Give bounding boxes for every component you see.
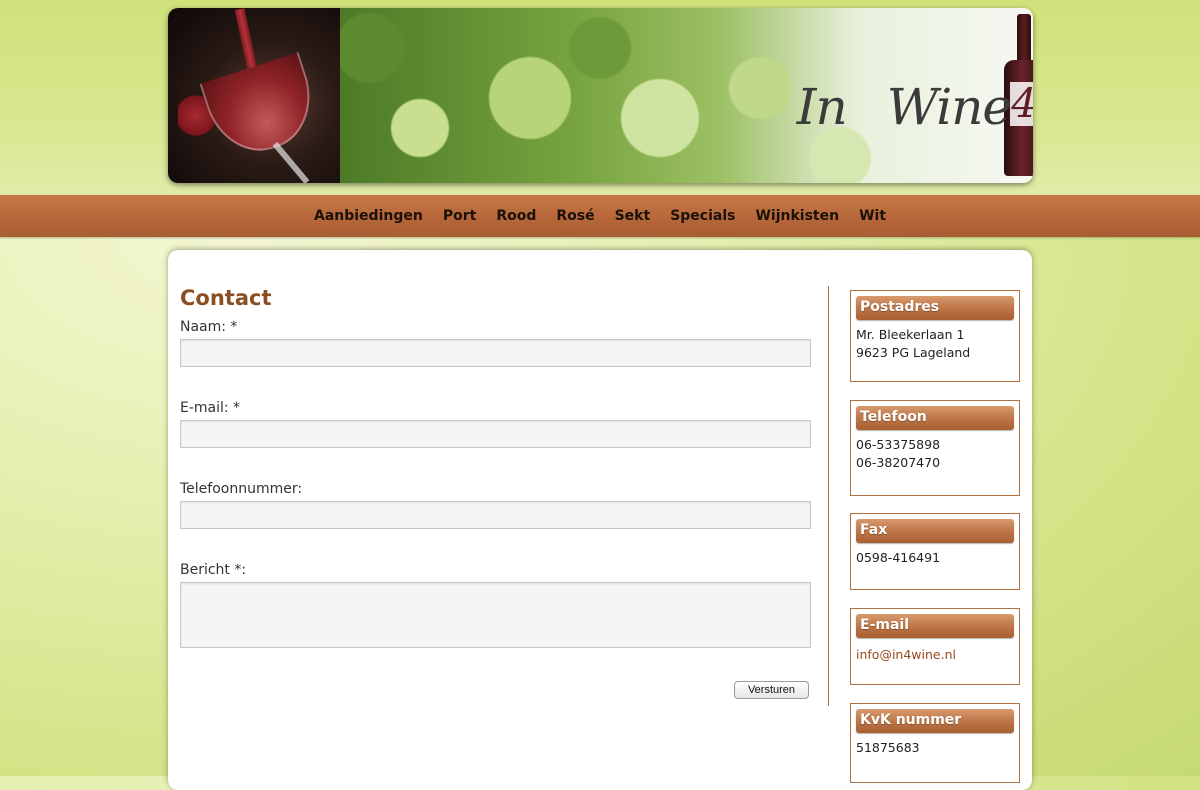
wine-glass xyxy=(199,51,325,165)
logo-prefix: In xyxy=(796,78,848,136)
site-logo[interactable]: In Wine xyxy=(796,78,1012,136)
nav-item-sekt[interactable]: Sekt xyxy=(605,195,661,237)
kvk-box: KvK nummer 51875683 xyxy=(850,703,1020,783)
telefoon-line-2: 06-38207470 xyxy=(856,455,941,470)
page-title: Contact xyxy=(180,286,272,310)
nav-item-port[interactable]: Port xyxy=(433,195,486,237)
logo-number: 4 xyxy=(1010,82,1033,126)
phone-field[interactable] xyxy=(180,501,811,529)
nav-item-rose[interactable]: Rosé xyxy=(546,195,604,237)
nav-item-specials[interactable]: Specials xyxy=(660,195,745,237)
postadres-line-2: 9623 PG Lageland xyxy=(856,345,971,360)
nav-item-wijnkisten[interactable]: Wijnkisten xyxy=(745,195,849,237)
contact-form: Contact Naam: * E-mail: * Telefoonnummer… xyxy=(180,286,820,699)
phone-label: Telefoonnummer: xyxy=(180,481,303,497)
fax-box: Fax 0598-416491 xyxy=(850,513,1020,590)
wine-glass-image xyxy=(168,8,340,183)
telefoon-heading: Telefoon xyxy=(856,406,1014,430)
nav-item-wit[interactable]: Wit xyxy=(849,195,896,237)
name-label: Naam: * xyxy=(180,319,238,335)
nav-item-rood[interactable]: Rood xyxy=(486,195,546,237)
postadres-line-1: Mr. Bleekerlaan 1 xyxy=(856,327,965,342)
postadres-box: Postadres Mr. Bleekerlaan 1 9623 PG Lage… xyxy=(850,290,1020,382)
message-label: Bericht *: xyxy=(180,562,247,578)
message-field[interactable] xyxy=(180,582,811,648)
nav-item-aanbiedingen[interactable]: Aanbiedingen xyxy=(304,195,433,237)
main-navigation: Aanbiedingen Port Rood Rosé Sekt Special… xyxy=(0,195,1200,237)
telefoon-line-1: 06-53375898 xyxy=(856,437,941,452)
logo-suffix: Wine xyxy=(886,78,1012,136)
email-box: E-mail info@in4wine.nl xyxy=(850,608,1020,685)
email-link[interactable]: info@in4wine.nl xyxy=(856,647,956,662)
name-field[interactable] xyxy=(180,339,811,367)
fax-heading: Fax xyxy=(856,519,1014,543)
telefoon-box: Telefoon 06-53375898 06-38207470 xyxy=(850,400,1020,496)
submit-button[interactable]: Versturen xyxy=(734,681,809,699)
postadres-heading: Postadres xyxy=(856,296,1014,320)
vineyard-image: 4 In Wine xyxy=(340,8,1033,183)
email-heading: E-mail xyxy=(856,614,1014,638)
email-field[interactable] xyxy=(180,420,811,448)
content-panel: Contact Naam: * E-mail: * Telefoonnummer… xyxy=(168,250,1032,790)
email-label: E-mail: * xyxy=(180,400,241,416)
site-header-banner: 4 In Wine xyxy=(168,8,1033,183)
glass-stem xyxy=(272,141,310,183)
column-divider xyxy=(828,286,829,706)
kvk-heading: KvK nummer xyxy=(856,709,1014,733)
kvk-line-1: 51875683 xyxy=(856,740,920,755)
fax-line-1: 0598-416491 xyxy=(856,550,941,565)
